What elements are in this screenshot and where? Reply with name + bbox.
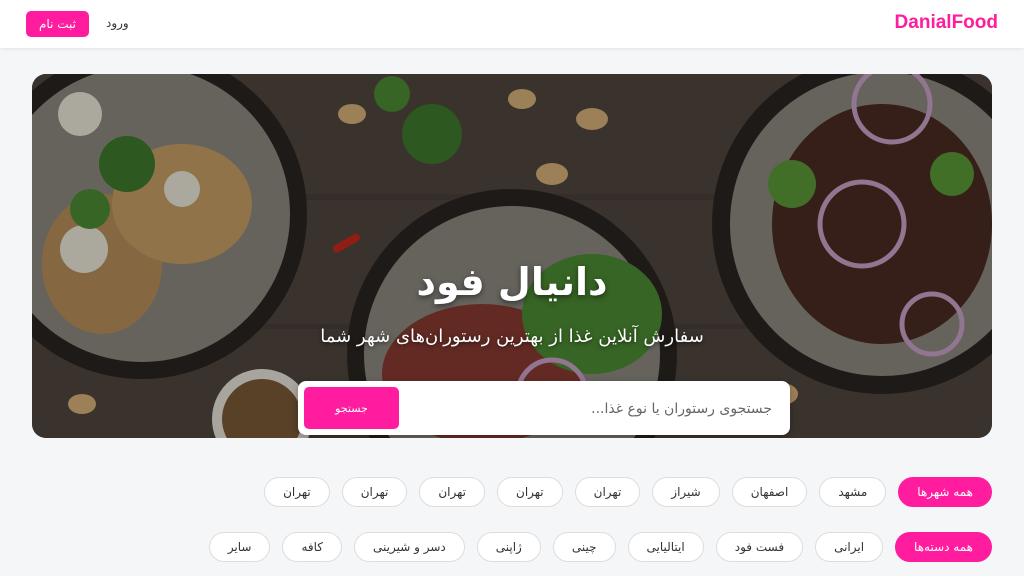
city-chip[interactable]: تهران	[419, 477, 485, 507]
city-filter-list: همه شهرها مشهد اصفهان شیراز تهران تهران …	[264, 477, 992, 507]
login-link[interactable]: ورود	[106, 16, 129, 30]
category-chip[interactable]: چینی	[552, 532, 616, 562]
category-chip[interactable]: ژاپنی	[476, 532, 541, 562]
hero-title: دانیال فود	[416, 260, 608, 304]
city-chip[interactable]: تهران	[264, 477, 330, 507]
search-input[interactable]	[420, 393, 774, 425]
category-chip[interactable]: دسر و شیرینی	[354, 532, 465, 562]
city-chip[interactable]: شیراز	[652, 477, 720, 507]
city-chip[interactable]: تهران	[574, 477, 641, 507]
city-chip[interactable]: تهران	[341, 477, 408, 507]
category-chip[interactable]: کافه	[282, 532, 343, 562]
category-chip[interactable]: ایرانی	[815, 532, 884, 562]
register-button[interactable]: ثبت نام	[26, 11, 89, 37]
search-button[interactable]: جستجو	[304, 387, 399, 429]
category-chip[interactable]: فست فود	[715, 532, 804, 562]
city-chip[interactable]: اصفهان	[731, 477, 808, 507]
hero-subtitle: سفارش آنلاین غذا از بهترین رستوران‌های ش…	[320, 326, 704, 347]
city-chip-all[interactable]: همه شهرها	[898, 477, 992, 507]
category-chip-all[interactable]: همه دسته‌ها	[895, 532, 992, 562]
search-bar: جستجو	[298, 381, 790, 435]
hero-banner: دانیال فود سفارش آنلاین غذا از بهترین رس…	[32, 74, 992, 438]
category-chip[interactable]: سایر	[208, 532, 271, 562]
city-chip[interactable]: تهران	[497, 477, 563, 507]
brand-logo[interactable]: DanialFood	[895, 12, 998, 34]
category-filter-list: همه دسته‌ها ایرانی فست فود ایتالیایی چین…	[208, 532, 992, 562]
city-chip[interactable]: مشهد	[819, 477, 887, 507]
top-navbar: DanialFood ثبت نام ورود	[0, 0, 1024, 48]
category-chip[interactable]: ایتالیایی	[627, 532, 704, 562]
